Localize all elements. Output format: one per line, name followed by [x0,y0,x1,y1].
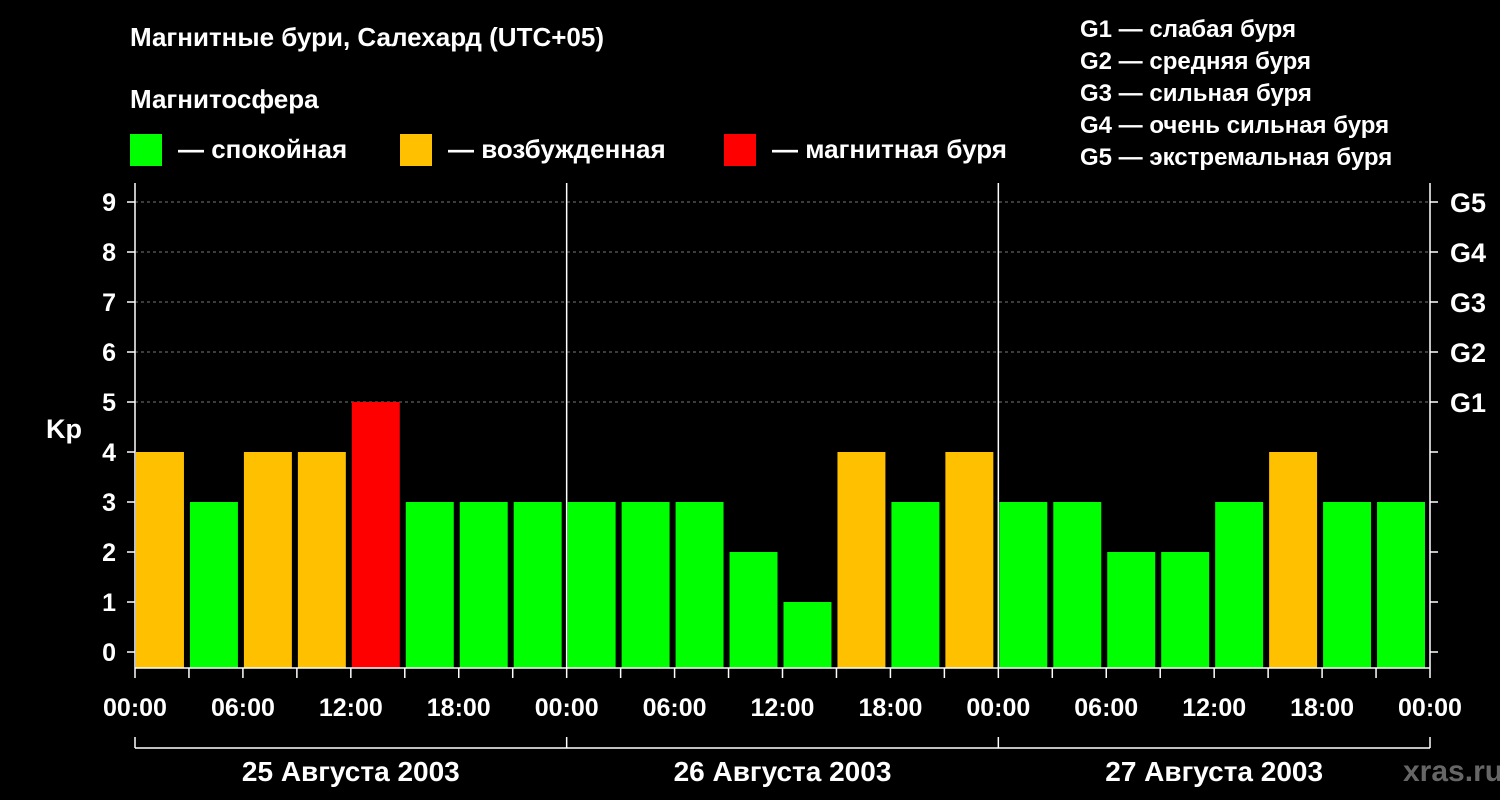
y-tick-label: 9 [102,189,116,217]
kp-bar [1215,502,1264,668]
y-tick-label: 4 [102,439,116,467]
kp-bar [999,502,1048,668]
kp-bar [513,502,562,668]
kp-bar [459,502,508,668]
g-level-label: G3 [1450,288,1486,318]
g-level-label: G1 [1450,388,1486,418]
x-tick-label: 12:00 [319,694,383,722]
kp-bar [621,502,670,668]
kp-bar [729,552,778,668]
x-tick-label: 18:00 [858,694,922,722]
x-tick-label: 12:00 [1182,694,1246,722]
kp-bar [783,602,832,668]
kp-bar [1161,552,1210,668]
y-axis-label: Kp [46,414,82,444]
kp-bar [675,502,724,668]
date-label: 25 Августа 2003 [242,756,460,787]
x-tick-label: 18:00 [427,694,491,722]
x-tick-label: 00:00 [103,694,167,722]
date-label: 27 Августа 2003 [1105,756,1323,787]
y-tick-label: 8 [102,239,116,267]
y-tick-label: 3 [102,489,116,517]
kp-bar [189,502,238,668]
watermark: xras.ru [1403,755,1500,788]
y-tick-label: 7 [102,289,116,317]
kp-bar [1107,552,1156,668]
y-tick-label: 1 [102,589,116,617]
kp-bar [297,452,346,668]
kp-bar [945,452,994,668]
y-tick-label: 5 [102,389,116,417]
x-tick-label: 06:00 [211,694,275,722]
x-tick-label: 00:00 [535,694,599,722]
kp-bar [243,452,292,668]
kp-bar [351,402,400,668]
g-level-label: G2 [1450,338,1486,368]
y-tick-label: 2 [102,539,116,567]
x-tick-label: 12:00 [751,694,815,722]
x-tick-label: 00:00 [1398,694,1462,722]
kp-bar [1323,502,1372,668]
y-tick-label: 0 [102,639,116,667]
g-level-label: G4 [1450,238,1486,268]
kp-bar [405,502,454,668]
g-level-label: G5 [1450,188,1486,218]
kp-bar [136,452,184,668]
x-tick-label: 06:00 [1074,694,1138,722]
x-tick-label: 00:00 [966,694,1030,722]
y-tick-label: 6 [102,339,116,367]
kp-bar [1377,502,1425,668]
x-tick-label: 18:00 [1290,694,1354,722]
kp-bar [1053,502,1102,668]
x-tick-label: 06:00 [643,694,707,722]
kp-bar [891,502,940,668]
kp-bar [567,502,616,668]
kp-bar [837,452,886,668]
kp-bar-chart: 0 1 2 3 4 5 6 7 8 9 G1 G2 G3 G4 G5 Kp 00:00 06:00 12:00 18:… [46,183,1486,787]
kp-bar [1269,452,1318,668]
date-label: 26 Августа 2003 [674,756,892,787]
